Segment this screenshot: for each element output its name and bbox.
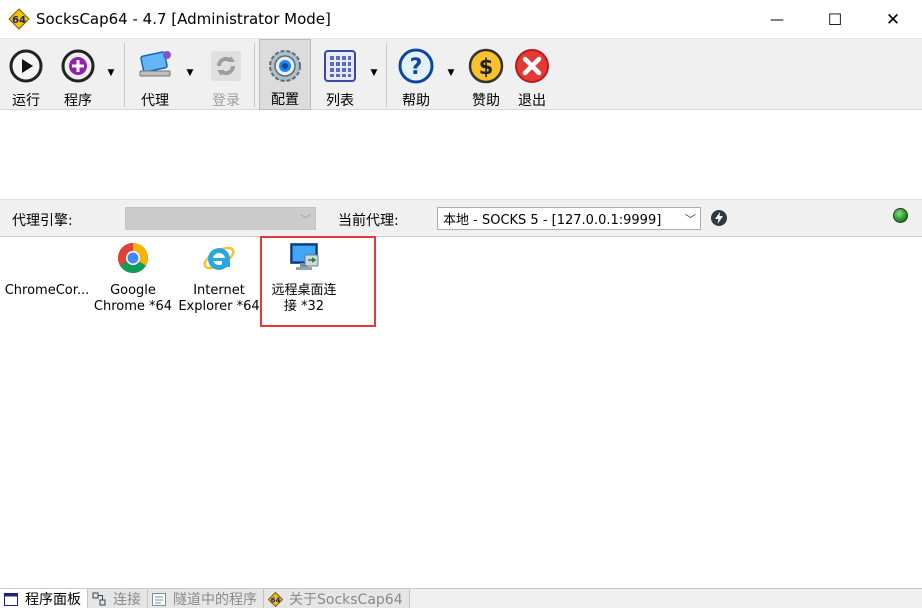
maximize-button[interactable]: ☐ bbox=[806, 0, 864, 39]
chevron-down-icon: ﹀ bbox=[300, 213, 311, 226]
status-indicator-icon bbox=[893, 208, 908, 223]
help-button[interactable]: ? 帮助 bbox=[393, 39, 439, 110]
proxy-icon bbox=[136, 47, 174, 85]
help-label: 帮助 bbox=[402, 93, 430, 109]
login-label: 登录 bbox=[212, 93, 240, 109]
donate-label: 赞助 bbox=[472, 93, 500, 109]
window-title: SocksCap64 - 4.7 [Administrator Mode] bbox=[36, 10, 331, 28]
toolbar-divider bbox=[124, 43, 125, 107]
run-label: 运行 bbox=[12, 93, 40, 109]
empty-area bbox=[0, 110, 922, 199]
program-list-icon bbox=[151, 591, 167, 607]
dropdown-arrow-icon: ▼ bbox=[370, 67, 378, 78]
sockscap-logo-icon: 64 bbox=[8, 8, 30, 30]
toolbar-divider bbox=[254, 43, 255, 107]
toolbar: 运行 程序 ▼ 代理 ▼ 登录 配置 列表 ▼ ? 帮助 ▼ $ 赞助 退出 bbox=[0, 39, 922, 110]
selection-highlight bbox=[260, 236, 376, 327]
exit-close-icon bbox=[513, 47, 551, 85]
dropdown-arrow-icon: ▼ bbox=[447, 67, 455, 78]
play-icon bbox=[7, 47, 45, 85]
list-dropdown[interactable]: ▼ bbox=[368, 39, 380, 110]
title-bar: 64 SocksCap64 - 4.7 [Administrator Mode]… bbox=[0, 0, 922, 39]
proxy-bar: 代理引擎: ﹀ 当前代理: 本地 - SOCKS 5 - [127.0.0.1:… bbox=[0, 199, 922, 237]
config-button[interactable]: 配置 bbox=[259, 39, 311, 110]
engine-select[interactable]: ﹀ bbox=[125, 207, 316, 230]
dropdown-arrow-icon: ▼ bbox=[107, 67, 115, 78]
list-button[interactable]: 列表 bbox=[316, 39, 364, 110]
minimize-button[interactable]: — bbox=[748, 0, 806, 39]
help-question-icon: ? bbox=[397, 47, 435, 85]
donate-button[interactable]: $ 赞助 bbox=[463, 39, 509, 110]
tab-about[interactable]: 64 关于SocksCap64 bbox=[264, 589, 410, 608]
connection-icon bbox=[91, 591, 107, 607]
program-panel: ChromeCor... Google Chrome *64 Internet … bbox=[0, 237, 922, 588]
exit-button[interactable]: 退出 bbox=[510, 39, 554, 110]
proxy-dropdown[interactable]: ▼ bbox=[184, 39, 196, 110]
current-proxy-label: 当前代理: bbox=[338, 213, 399, 229]
dollar-coin-icon: $ bbox=[467, 47, 505, 85]
current-proxy-select[interactable]: 本地 - SOCKS 5 - [127.0.0.1:9999] ﹀ bbox=[437, 207, 701, 230]
toolbar-divider bbox=[386, 43, 387, 107]
list-label: 列表 bbox=[326, 93, 354, 109]
bottom-tab-bar: 程序面板 连接 隧道中的程序 64 关于SocksCap64 bbox=[0, 588, 922, 608]
proxy-button[interactable]: 代理 bbox=[131, 39, 179, 110]
speed-test-icon[interactable] bbox=[711, 210, 727, 226]
gear-icon bbox=[266, 48, 304, 84]
login-button[interactable]: 登录 bbox=[203, 39, 249, 110]
tab-program-panel[interactable]: 程序面板 bbox=[0, 589, 88, 608]
chrome-icon bbox=[116, 241, 150, 275]
config-label: 配置 bbox=[271, 92, 299, 108]
add-program-icon bbox=[59, 47, 97, 85]
grid-list-icon bbox=[321, 47, 359, 85]
close-button[interactable]: ✕ bbox=[864, 0, 922, 39]
app-icon bbox=[30, 241, 64, 275]
exit-label: 退出 bbox=[518, 93, 546, 109]
program-item[interactable]: Internet Explorer *64 bbox=[177, 237, 261, 315]
program-dropdown[interactable]: ▼ bbox=[105, 39, 117, 110]
window-icon bbox=[3, 591, 19, 607]
sockscap-logo-icon: 64 bbox=[267, 591, 283, 607]
tab-connections[interactable]: 连接 bbox=[88, 589, 148, 608]
chevron-down-icon: ﹀ bbox=[685, 213, 696, 226]
ie-icon bbox=[202, 241, 236, 275]
svg-text:?: ? bbox=[410, 55, 423, 80]
tab-tunneled-programs[interactable]: 隧道中的程序 bbox=[148, 589, 264, 608]
svg-text:64: 64 bbox=[12, 15, 26, 26]
help-dropdown[interactable]: ▼ bbox=[445, 39, 457, 110]
proxy-label: 代理 bbox=[141, 93, 169, 109]
dropdown-arrow-icon: ▼ bbox=[186, 67, 194, 78]
login-refresh-icon bbox=[207, 47, 245, 85]
program-item[interactable]: Google Chrome *64 bbox=[91, 237, 175, 315]
program-item[interactable]: ChromeCor... bbox=[5, 237, 90, 299]
program-label: 程序 bbox=[64, 93, 92, 109]
svg-text:$: $ bbox=[479, 55, 494, 79]
svg-text:64: 64 bbox=[270, 596, 280, 604]
program-button[interactable]: 程序 bbox=[54, 39, 102, 110]
run-button[interactable]: 运行 bbox=[3, 39, 49, 110]
engine-label: 代理引擎: bbox=[12, 213, 73, 229]
